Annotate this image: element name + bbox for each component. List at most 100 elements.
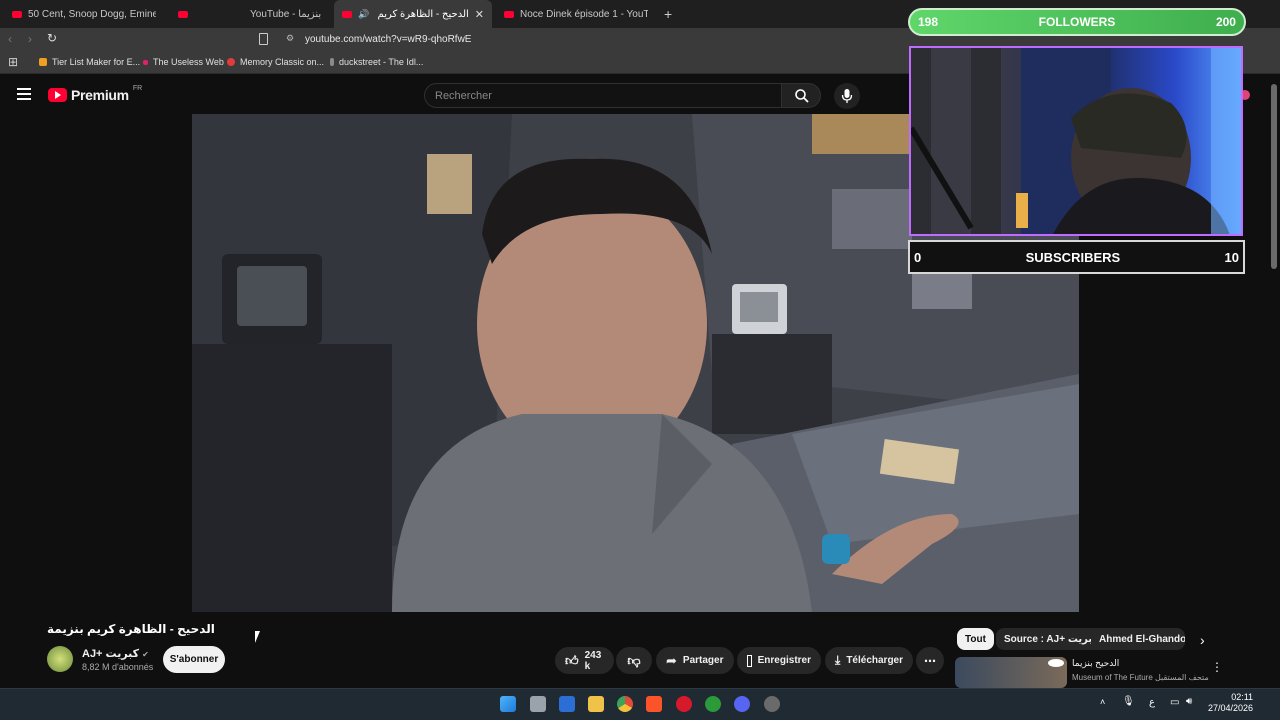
chip-source[interactable]: Source : AJ+ كبريت: [996, 628, 1107, 650]
url-field[interactable]: youtube.com/watch?v=wR9-qhoRfwE: [305, 34, 471, 45]
bookmark-label: The Useless Web: [153, 57, 224, 67]
chip-ahmed[interactable]: Ahmed El-Ghandour: [1091, 628, 1185, 650]
thumbs-down-icon: 👎︎: [627, 652, 641, 668]
share-button[interactable]: ➦ Partager: [656, 647, 734, 674]
search-button[interactable]: [781, 83, 821, 108]
bookmark-favicon-icon: [330, 58, 334, 66]
network-icon[interactable]: ▭: [1170, 697, 1179, 708]
followers-goal-bar: 198 FOLLOWERS 200: [908, 8, 1246, 36]
site-info-icon[interactable]: ⚙: [286, 33, 294, 44]
microphone-icon: [841, 89, 853, 103]
webcam-image: [911, 48, 1241, 234]
search-icon: [795, 89, 809, 103]
channel-name[interactable]: AJ+ كبريت ✔: [82, 647, 149, 660]
like-count: 243 k: [584, 649, 602, 672]
bookmark-label: Tier List Maker for E...: [52, 57, 141, 67]
eye-icon: [1048, 659, 1064, 667]
bookmark-label: duckstreet - The Idl...: [339, 57, 424, 67]
tab-50-cent[interactable]: 50 Cent, Snoop Dogg, Eminem, Ice C: [4, 0, 164, 28]
subscriber-count: 8,82 M d'abonnés: [82, 662, 154, 672]
apps-grid-icon[interactable]: ⊞: [8, 55, 18, 69]
followers-max: 200: [1215, 15, 1236, 29]
thumbs-up-icon: 👍︎: [565, 652, 579, 668]
tab-youtube-benzema[interactable]: YouTube - الدحيح بنزيما: [170, 0, 330, 28]
youtube-favicon-icon: [504, 10, 514, 18]
video-title: الدحيح - الظاهرة كريم بنزيمة: [47, 622, 215, 636]
webcam-feed: [909, 46, 1243, 236]
clock-date: 27/04/2026: [1208, 703, 1254, 713]
search-input[interactable]: Rechercher: [424, 83, 782, 108]
save-button[interactable]: Enregistrer: [737, 647, 821, 674]
brave-icon[interactable]: [646, 696, 662, 712]
close-tab-icon[interactable]: ✕: [475, 8, 484, 21]
search-placeholder: Rechercher: [435, 89, 492, 102]
save-label: Enregistrer: [757, 655, 811, 666]
youtube-favicon-icon: [12, 10, 22, 18]
subscribe-button[interactable]: S'abonner: [163, 646, 225, 673]
voice-search-button[interactable]: [834, 83, 860, 109]
taskbar-clock[interactable]: 02:11 27/04/2026: [1208, 692, 1253, 714]
channel-name-label: AJ+ كبريت: [82, 648, 140, 660]
language-indicator[interactable]: ع: [1149, 697, 1155, 708]
reload-icon[interactable]: ↻: [47, 31, 57, 45]
chevron-right-icon[interactable]: ›: [1200, 632, 1205, 648]
windows-taskbar: [0, 688, 1280, 720]
clock-time: 02:11: [1231, 692, 1254, 702]
bookmark-favicon-icon: [227, 58, 235, 66]
start-menu-icon[interactable]: [500, 696, 516, 712]
recommendation-menu-icon[interactable]: ⋮: [1211, 660, 1223, 674]
followers-label: FOLLOWERS: [1038, 15, 1116, 29]
bookmark-tier-list[interactable]: Tier List Maker for E...: [39, 57, 140, 67]
subscribers-label: SUBSCRIBERS: [1025, 249, 1121, 265]
dislike-button[interactable]: 👎︎: [616, 647, 652, 674]
file-explorer-icon[interactable]: [588, 696, 604, 712]
bookmark-label: Memory Classic on...: [240, 57, 325, 67]
forward-icon[interactable]: ›: [28, 32, 32, 46]
bookmark-duckstreet[interactable]: duckstreet - The Idl...: [330, 57, 423, 67]
tab-label: Noce Dinek épisode 1 - YouTube: [520, 8, 648, 20]
discord-icon[interactable]: [734, 696, 750, 712]
youtube-premium-logo[interactable]: Premium FR: [48, 84, 143, 103]
volume-icon[interactable]: 🔊︎: [1186, 696, 1192, 707]
task-view-icon[interactable]: [530, 696, 546, 712]
xbox-icon[interactable]: [705, 696, 721, 712]
recommendation-channel[interactable]: Museum of The Future متحف المستقبل: [1072, 673, 1209, 682]
speaker-icon[interactable]: 🔊: [358, 9, 369, 20]
more-actions-button[interactable]: ⋯: [916, 647, 944, 674]
bookmark-useless-web[interactable]: The Useless Web: [143, 57, 224, 67]
region-label: FR: [132, 84, 143, 92]
youtube-favicon-icon: [342, 10, 352, 18]
settings-icon[interactable]: [764, 696, 780, 712]
download-icon: ⤓: [835, 653, 841, 667]
new-tab-icon[interactable]: +: [664, 6, 672, 22]
youtube-logo-icon: [48, 88, 67, 102]
tab-label: 50 Cent, Snoop Dogg, Eminem, Ice C: [28, 8, 156, 20]
back-icon[interactable]: ‹: [8, 32, 12, 46]
bookmark-memory-classic[interactable]: Memory Classic on...: [227, 57, 324, 67]
recommendation-title[interactable]: الدحيح بنزيما: [1072, 658, 1119, 669]
channel-avatar[interactable]: [47, 646, 73, 672]
youtube-favicon-icon: [178, 10, 188, 18]
more-icon: ⋯: [924, 653, 936, 668]
tray-chevron-up-icon[interactable]: ˄: [1100, 697, 1105, 707]
download-label: Télécharger: [846, 655, 904, 666]
menu-icon[interactable]: [17, 88, 31, 100]
bookmark-icon: [747, 654, 752, 667]
bookmark-page-icon[interactable]: [259, 33, 268, 45]
tab-noce-dinek[interactable]: Noce Dinek épisode 1 - YouTube: [496, 0, 656, 28]
page-scrollbar[interactable]: [1271, 84, 1277, 269]
subscribers-min: 0: [914, 249, 922, 265]
download-button[interactable]: ⤓ Télécharger: [825, 647, 913, 674]
share-icon: ➦: [666, 652, 677, 668]
tray-mic-icon[interactable]: 🎙︎: [1122, 696, 1135, 707]
bookmark-favicon-icon: [39, 58, 47, 66]
chrome-icon[interactable]: [617, 696, 633, 712]
chip-all[interactable]: Tout: [957, 628, 994, 650]
opera-icon[interactable]: [676, 696, 692, 712]
subscribers-max: 10: [1224, 249, 1239, 265]
brand-label: Premium: [71, 87, 129, 103]
like-button[interactable]: 👍︎ 243 k: [555, 647, 614, 674]
store-icon[interactable]: [559, 696, 575, 712]
followers-min: 198: [918, 15, 939, 29]
tab-current-video[interactable]: 🔊 الدحيح - الظاهرة كريم بنزيمة ✕: [334, 0, 492, 28]
